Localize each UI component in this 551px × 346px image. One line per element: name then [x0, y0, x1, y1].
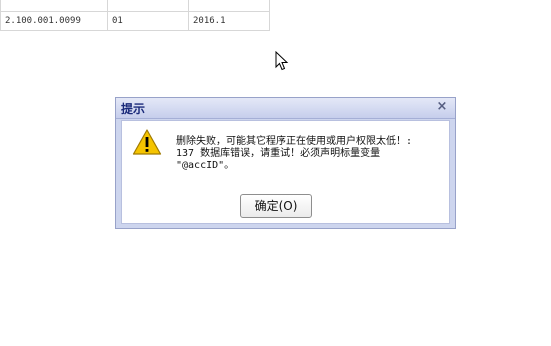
warning-icon — [132, 129, 162, 155]
table-cell — [0, 0, 108, 12]
background-table: 2.100.001.0099 01 2016.1 — [0, 0, 270, 31]
table-cell — [188, 0, 270, 12]
dialog-titlebar[interactable]: 提示 × — [116, 98, 455, 119]
table-cell: 2.100.001.0099 — [0, 11, 108, 31]
table-cell — [107, 0, 189, 12]
close-icon[interactable]: × — [435, 99, 449, 115]
dialog-title: 提示 — [121, 102, 146, 116]
table-cell: 01 — [107, 11, 189, 31]
mouse-cursor-icon — [275, 51, 289, 71]
dialog-body: 删除失败，可能其它程序正在使用或用户权限太低！: 137 数据库错误，请重试！必… — [121, 120, 450, 224]
error-message: 删除失败，可能其它程序正在使用或用户权限太低！: 137 数据库错误，请重试！必… — [176, 136, 413, 171]
ok-button[interactable]: 确定(O) — [240, 194, 312, 218]
table-row[interactable]: 2.100.001.0099 01 2016.1 — [0, 11, 270, 31]
alert-dialog: 提示 × 删除失败，可能其它程序正在使用或用户权限太低！: 137 数据库错误，… — [115, 97, 456, 229]
table-row — [0, 0, 270, 12]
table-cell: 2016.1 — [188, 11, 270, 31]
